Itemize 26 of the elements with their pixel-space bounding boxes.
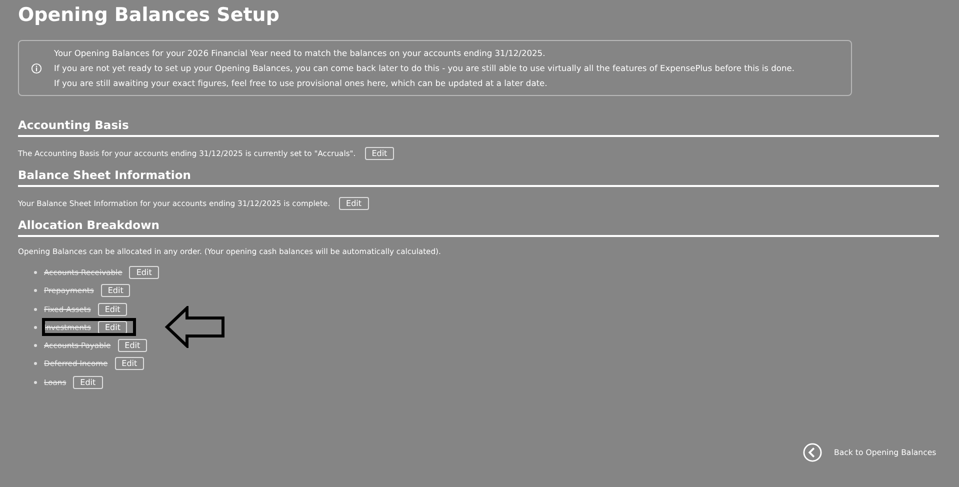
bullet-icon xyxy=(34,380,37,384)
edit-button[interactable]: Edit xyxy=(100,284,130,298)
bullet-icon xyxy=(34,362,37,366)
edit-button[interactable]: Edit xyxy=(98,320,128,334)
info-text: If you are still awaiting your exact figures, feel free to use provisional ones here, which can be updated at a later date. xyxy=(54,78,548,88)
edit-button[interactable]: Edit xyxy=(73,376,103,389)
bullet-icon xyxy=(34,271,37,274)
back-icon xyxy=(803,443,822,462)
bullet-icon xyxy=(34,289,37,292)
bullet-icon xyxy=(34,308,37,311)
bullet-icon xyxy=(34,326,37,329)
bullet-icon xyxy=(34,344,37,348)
edit-button[interactable]: Edit xyxy=(98,302,128,316)
section-heading: Accounting Basis xyxy=(18,118,939,137)
arrow-icon xyxy=(164,306,226,348)
page-title: Opening Balances Setup xyxy=(18,4,280,26)
edit-button[interactable]: Edit xyxy=(114,357,144,370)
edit-button[interactable]: Edit xyxy=(339,197,369,210)
edit-button[interactable]: Edit xyxy=(364,147,394,160)
info-icon xyxy=(31,62,42,74)
info-text: If you are not yet ready to set up your Opening Balances, you can come back later to do this - you are still able to use virtually all the features of ExpensePlus before this is done. xyxy=(54,63,794,73)
edit-button[interactable]: Edit xyxy=(129,266,159,279)
section-heading: Allocation Breakdown xyxy=(18,218,939,237)
info-text: Your Opening Balances for your 2026 Financial Year need to match the balances on your accounts ending 31/12/2025. xyxy=(54,48,546,58)
edit-button[interactable]: Edit xyxy=(118,339,148,352)
section-heading: Balance Sheet Information xyxy=(18,168,939,187)
